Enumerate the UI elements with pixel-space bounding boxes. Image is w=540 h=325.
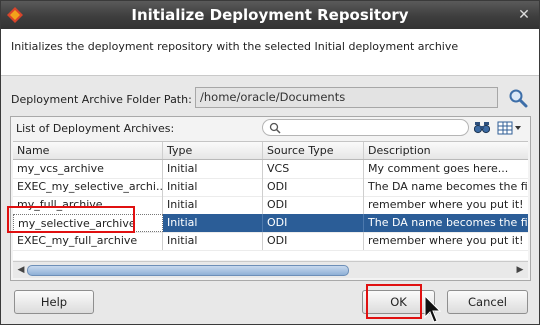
table-row-selected[interactable]: my_selective_archive Initial ODI The DA … xyxy=(13,214,528,233)
help-button-label: Help xyxy=(40,295,68,309)
cancel-button[interactable]: Cancel xyxy=(447,290,528,314)
horizontal-scrollbar[interactable]: ◀ ▶ xyxy=(13,261,528,278)
cell-type: Initial xyxy=(163,232,263,250)
table-row[interactable]: EXEC_my_full_archive Initial ODI remembe… xyxy=(13,232,528,251)
cell-name: my_selective_archive xyxy=(13,214,163,232)
oracle-logo-icon xyxy=(7,7,23,23)
ok-button-label: OK xyxy=(390,295,407,309)
columns-icon[interactable] xyxy=(497,121,522,135)
scroll-right-icon[interactable]: ▶ xyxy=(514,264,526,276)
cancel-button-label: Cancel xyxy=(468,295,507,309)
close-icon[interactable]: ✕ xyxy=(516,7,532,23)
cell-source-type: ODI xyxy=(263,196,364,214)
column-header-type[interactable]: Type xyxy=(163,142,263,159)
dialog-title: Initialize Deployment Repository xyxy=(131,6,409,24)
cell-description: remember where you put it! xyxy=(364,232,528,250)
cell-description: The DA name becomes the file xyxy=(364,178,528,196)
column-header-source-type[interactable]: Source Type xyxy=(263,142,364,159)
cell-name: EXEC_my_selective_archi... xyxy=(13,178,163,196)
header-band: Initializes the deployment repository wi… xyxy=(1,29,539,76)
cell-description: The DA name becomes the file xyxy=(364,214,528,232)
cell-source-type: ODI xyxy=(263,232,364,250)
cell-type: Initial xyxy=(163,178,263,196)
table-row[interactable]: my_vcs_archive Initial VCS My comment go… xyxy=(13,160,528,179)
table-row[interactable]: my_full_archive Initial ODI remember whe… xyxy=(13,196,528,215)
binoculars-icon[interactable] xyxy=(474,120,490,134)
search-icon xyxy=(269,122,281,134)
path-label: Deployment Archive Folder Path: xyxy=(11,93,192,106)
cell-description: remember where you put it! xyxy=(364,196,528,214)
cell-source-type: ODI xyxy=(263,178,364,196)
table-row[interactable]: EXEC_my_selective_archi... Initial ODI T… xyxy=(13,178,528,197)
header-description: Initializes the deployment repository wi… xyxy=(11,40,459,53)
archives-panel: List of Deployment Archives: Name Type S… xyxy=(10,116,531,281)
cell-source-type: ODI xyxy=(263,214,364,232)
cell-type: Initial xyxy=(163,196,263,214)
cell-source-type: VCS xyxy=(263,160,364,178)
archives-table: Name Type Source Type Description my_vcs… xyxy=(13,141,528,260)
table-header: Name Type Source Type Description xyxy=(13,142,528,160)
search-icon[interactable] xyxy=(507,87,529,109)
scrollbar-thumb[interactable] xyxy=(27,265,349,276)
title-bar[interactable]: Initialize Deployment Repository ✕ xyxy=(1,1,539,29)
column-header-name[interactable]: Name xyxy=(13,142,163,159)
filter-input[interactable] xyxy=(262,119,469,136)
initialize-deployment-repository-dialog: Initialize Deployment Repository ✕ Initi… xyxy=(0,0,540,325)
help-button[interactable]: Help xyxy=(14,290,94,314)
cell-name: my_full_archive xyxy=(13,196,163,214)
cell-name: my_vcs_archive xyxy=(13,160,163,178)
cell-type: Initial xyxy=(163,160,263,178)
mouse-cursor-icon xyxy=(424,295,442,323)
cell-name: EXEC_my_full_archive xyxy=(13,232,163,250)
cell-type: Initial xyxy=(163,214,263,232)
column-header-description[interactable]: Description xyxy=(364,142,528,159)
table-toolbar: List of Deployment Archives: xyxy=(11,117,530,139)
scroll-left-icon[interactable]: ◀ xyxy=(15,264,27,276)
archive-list-label: List of Deployment Archives: xyxy=(16,122,175,135)
archive-folder-path-field[interactable]: /home/oracle/Documents xyxy=(195,87,498,108)
cell-description: My comment goes here... xyxy=(364,160,528,178)
